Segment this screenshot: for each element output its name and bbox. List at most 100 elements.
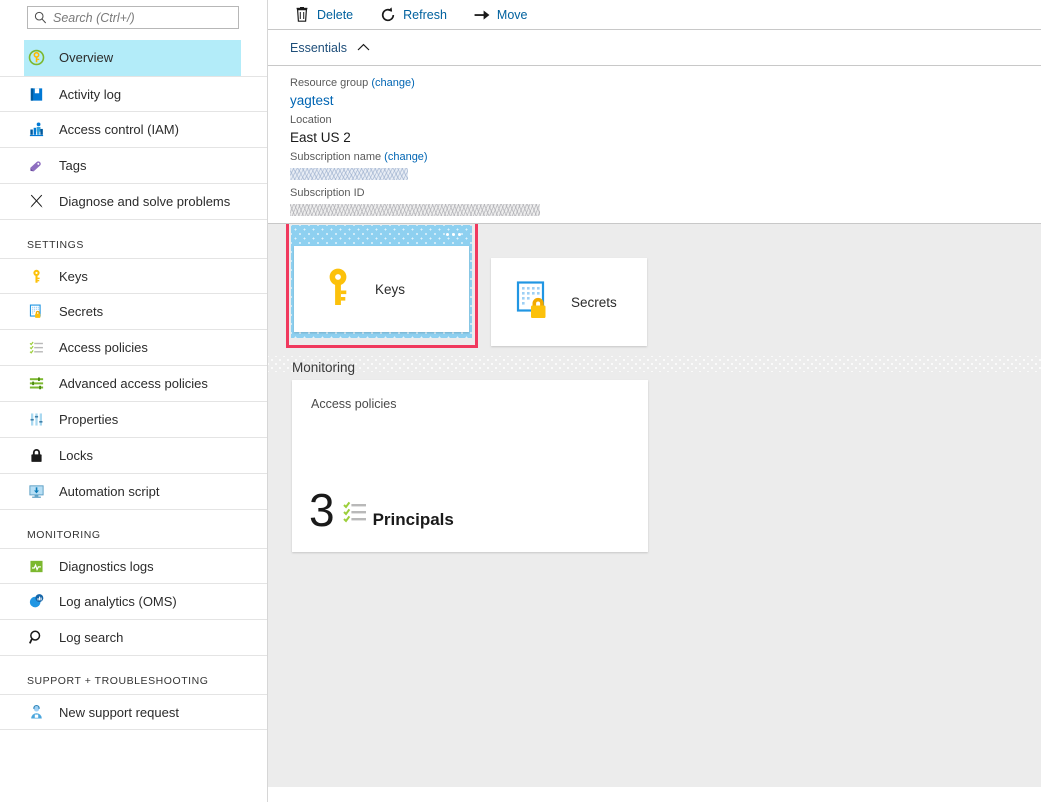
sidebar-item-access-policies[interactable]: Access policies xyxy=(0,330,267,366)
sidebar-item-advanced-access-policies[interactable]: Advanced access policies xyxy=(0,366,267,402)
essentials-title: Essentials xyxy=(290,41,347,55)
sidebar-nav: Overview Activity log xyxy=(0,40,267,744)
principals-count: 3 xyxy=(309,488,335,532)
tile-secrets-label: Secrets xyxy=(571,295,617,310)
sidebar-item-diagnose-and-solve-problems[interactable]: Diagnose and solve problems xyxy=(0,184,267,220)
canvas-dot-band xyxy=(268,356,1041,372)
chevron-up-icon xyxy=(357,39,370,57)
refresh-icon xyxy=(380,7,396,23)
subscription-name-value-redacted xyxy=(290,168,408,180)
sidebar-item-label: Diagnostics logs xyxy=(59,559,154,574)
sidebar-item-label: Keys xyxy=(59,269,88,284)
command-toolbar: Delete Refresh Move xyxy=(268,0,1041,30)
sidebar-item-label: Overview xyxy=(59,50,113,65)
sidebar-bottom-spacer xyxy=(0,730,267,744)
secret-lock-icon xyxy=(27,302,46,321)
dashboard-canvas: Keys xyxy=(268,224,1041,801)
sidebar-item-label: Log analytics (OMS) xyxy=(59,594,177,609)
card-access-policies-title: Access policies xyxy=(292,380,648,411)
support-person-icon xyxy=(27,703,46,722)
tag-icon xyxy=(27,156,46,175)
sidebar-item-label: Diagnose and solve problems xyxy=(59,194,230,209)
sidebar-group-label-support: SUPPORT + TROUBLESHOOTING xyxy=(0,675,267,694)
azure-key-vault-overview-page: Overview Activity log xyxy=(0,0,1041,802)
search-input[interactable] xyxy=(53,11,232,25)
key-icon xyxy=(27,267,46,286)
sidebar-item-properties[interactable]: Properties xyxy=(0,402,267,438)
sidebar-item-log-analytics-oms[interactable]: Log analytics (OMS) xyxy=(0,584,267,620)
access-control-people-icon xyxy=(27,120,46,139)
sidebar-item-label: Advanced access policies xyxy=(59,376,208,391)
subscription-name-change-link[interactable]: (change) xyxy=(384,151,427,163)
sliders-green-icon xyxy=(27,374,46,393)
location-label: Location xyxy=(290,112,1041,128)
diagnostics-green-icon xyxy=(27,557,46,576)
sidebar-group-label-monitoring: MONITORING xyxy=(0,529,267,548)
sidebar-item-label: Automation script xyxy=(59,484,159,499)
log-analytics-icon xyxy=(27,592,46,611)
secret-lock-icon xyxy=(515,280,553,325)
refresh-button-label: Refresh xyxy=(403,8,447,22)
tile-keys-label: Keys xyxy=(375,282,405,297)
arrow-right-icon xyxy=(474,7,490,23)
overview-key-circle-icon xyxy=(27,48,46,67)
delete-button-label: Delete xyxy=(317,8,353,22)
sidebar-item-label: Activity log xyxy=(59,87,121,102)
refresh-button[interactable]: Refresh xyxy=(380,3,447,27)
checklist-icon xyxy=(27,338,46,357)
main-content: Delete Refresh Move xyxy=(268,0,1041,802)
sidebar-search xyxy=(0,0,267,29)
key-icon xyxy=(321,266,355,313)
subscription-id-value-redacted xyxy=(290,204,540,216)
checklist-icon xyxy=(342,498,368,529)
sidebar-item-label: Log search xyxy=(59,630,123,645)
essentials-panel: Resource group (change) yagtest Location… xyxy=(268,66,1041,224)
sidebar-item-keys[interactable]: Keys xyxy=(0,258,267,294)
location-value: East US 2 xyxy=(290,128,1041,147)
sidebar-group-label-settings: SETTINGS xyxy=(0,239,267,258)
card-access-policies[interactable]: Access policies 3 xyxy=(292,380,648,552)
sidebar-item-label: Locks xyxy=(59,448,93,463)
magnifier-icon xyxy=(27,628,46,647)
sidebar-item-label: Access control (IAM) xyxy=(59,122,179,137)
sidebar: Overview Activity log xyxy=(0,0,268,802)
sidebar-item-new-support-request[interactable]: New support request xyxy=(0,694,267,730)
sidebar-item-log-search[interactable]: Log search xyxy=(0,620,267,656)
resource-group-change-link[interactable]: (change) xyxy=(371,77,414,89)
sidebar-item-label: Secrets xyxy=(59,304,103,319)
trash-icon xyxy=(294,7,310,23)
sidebar-item-tags[interactable]: Tags xyxy=(0,148,267,184)
monitor-download-icon xyxy=(27,482,46,501)
sidebar-item-activity-log[interactable]: Activity log xyxy=(0,76,267,112)
sidebar-item-label: Properties xyxy=(59,412,118,427)
resource-group-value[interactable]: yagtest xyxy=(290,91,1041,110)
sidebar-item-label: Tags xyxy=(59,158,86,173)
sidebar-item-locks[interactable]: Locks xyxy=(0,438,267,474)
subscription-id-label: Subscription ID xyxy=(290,185,1041,201)
monitoring-section-title: Monitoring xyxy=(292,360,355,375)
sidebar-item-access-control[interactable]: Access control (IAM) xyxy=(0,112,267,148)
sidebar-item-automation-script[interactable]: Automation script xyxy=(0,474,267,510)
subscription-name-label: Subscription name (change) xyxy=(290,149,1041,165)
card-access-policies-metric: 3 xyxy=(309,488,454,532)
activity-log-book-icon xyxy=(27,85,46,104)
move-button-label: Move xyxy=(497,8,528,22)
delete-button[interactable]: Delete xyxy=(294,3,353,27)
move-button[interactable]: Move xyxy=(474,3,528,27)
ellipsis-icon[interactable] xyxy=(446,233,461,236)
properties-sliders-icon xyxy=(27,410,46,429)
tile-secrets[interactable]: Secrets xyxy=(491,258,647,346)
sidebar-item-overview[interactable]: Overview xyxy=(24,40,241,76)
sidebar-item-label: New support request xyxy=(59,705,179,720)
sidebar-item-label: Access policies xyxy=(59,340,148,355)
sidebar-item-diagnostics-logs[interactable]: Diagnostics logs xyxy=(0,548,267,584)
search-box[interactable] xyxy=(27,6,239,29)
sidebar-item-secrets[interactable]: Secrets xyxy=(0,294,267,330)
principals-caption: Principals xyxy=(373,511,454,529)
search-icon xyxy=(34,11,47,24)
tile-keys[interactable]: Keys xyxy=(294,246,469,332)
wrench-screwdriver-icon xyxy=(27,192,46,211)
padlock-icon xyxy=(27,446,46,465)
resource-group-label: Resource group (change) xyxy=(290,75,1041,91)
essentials-toggle[interactable]: Essentials xyxy=(268,30,1041,66)
